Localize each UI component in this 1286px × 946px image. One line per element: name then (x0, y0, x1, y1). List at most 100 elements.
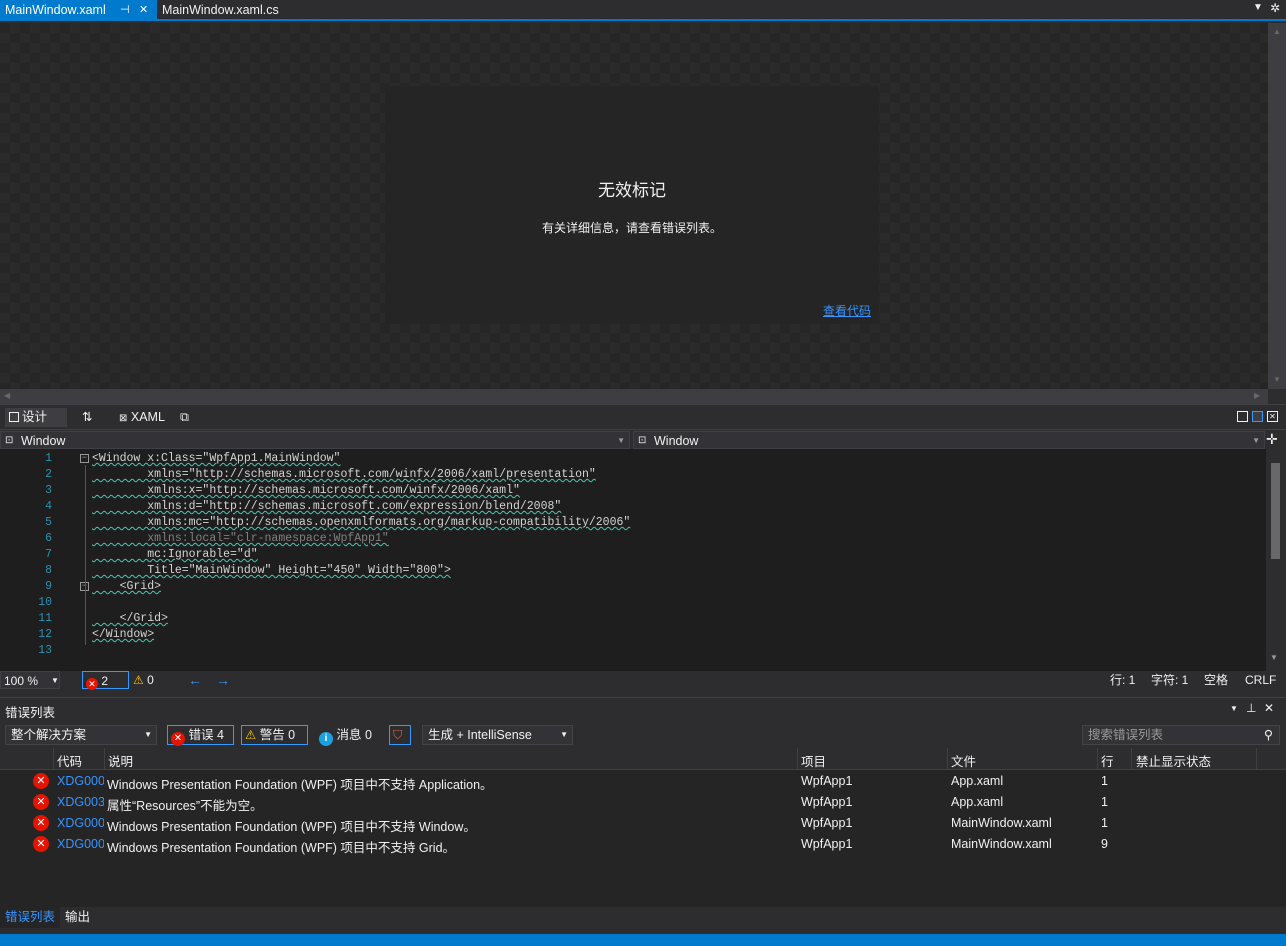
chevron-down-icon[interactable]: ▼ (1230, 704, 1238, 713)
collapse-pane-icon[interactable]: ✕ (1267, 411, 1278, 422)
outline-guide (85, 465, 86, 645)
error-project: WpfApp1 (801, 795, 853, 809)
pin-icon[interactable]: ⊣ (120, 0, 130, 21)
swap-panes-button[interactable]: ⇅ (78, 408, 96, 427)
line-number: 6 (45, 532, 52, 545)
tab-xaml[interactable]: ⊠ XAML (115, 408, 169, 427)
horizontal-split-icon[interactable] (1252, 411, 1263, 422)
element-dropdown-left[interactable]: ⊡ Window ▼ (0, 431, 630, 449)
editor-status-bar: 100 % ▼ ✕ 2 ⚠ 0 ← → 行: 1 字符: 1 空格 CRLF (0, 671, 1286, 690)
column-project[interactable]: 项目 (801, 751, 826, 770)
column-description[interactable]: 说明 (108, 751, 133, 770)
scrollbar-thumb[interactable] (1271, 463, 1280, 559)
error-list-panel: 错误列表 ▼ ⊥ ✕ 整个解决方案 ▼ ✕ 错误 4 ⚠ 警告 0 i 消息 0… (0, 697, 1286, 907)
close-icon[interactable]: ✕ (139, 0, 148, 21)
scroll-down-icon[interactable]: ▼ (1273, 375, 1281, 384)
error-row[interactable]: ✕ XDG000 Windows Presentation Foundation… (0, 771, 1286, 792)
back-arrow-icon[interactable]: ← (188, 671, 202, 689)
element-dropdown-right[interactable]: ⊡ Window ▼ (633, 431, 1265, 449)
column-divider (797, 748, 798, 770)
error-code[interactable]: XDG000 (57, 837, 104, 851)
error-line: 1 (1101, 816, 1108, 830)
warning-count: 0 (147, 673, 154, 687)
error-row[interactable]: ✕ XDG000 Windows Presentation Foundation… (0, 813, 1286, 834)
editor-vertical-scrollbar[interactable]: ▼ (1266, 449, 1286, 671)
element-dropdown-left-value: Window (21, 434, 66, 448)
forward-arrow-icon[interactable]: → (216, 671, 230, 689)
tab-mainwindow-xaml[interactable]: MainWindow.xaml ⊣ ✕ (0, 0, 157, 21)
scroll-right-icon[interactable]: ▶ (1254, 391, 1260, 400)
line-number: 12 (38, 628, 52, 641)
split-editor-icon[interactable]: ✛ (1266, 431, 1278, 448)
line-number: 3 (45, 484, 52, 497)
error-search-input[interactable]: 搜索错误列表 ⚲ (1082, 725, 1280, 745)
warning-count-button[interactable]: ⚠ 0 (133, 671, 154, 689)
close-icon[interactable]: ✕ (1264, 701, 1274, 715)
error-row[interactable]: ✕ XDG003 属性“Resources”不能为空。 WpfApp1 App.… (0, 792, 1286, 813)
messages-filter-button[interactable]: i 消息 0 (315, 725, 381, 746)
popout-icon: ⧉ (180, 410, 189, 424)
zoom-value: 100 % (4, 674, 39, 688)
error-file: MainWindow.xaml (951, 816, 1052, 830)
view-code-link[interactable]: 查看代码 (823, 302, 871, 319)
build-filter-dropdown[interactable]: 生成 + IntelliSense ▼ (422, 725, 573, 745)
scroll-up-icon[interactable]: ▲ (1273, 27, 1281, 36)
error-file: App.xaml (951, 774, 1004, 788)
error-icon: ✕ (33, 836, 49, 852)
collapse-window-icon[interactable]: − (80, 454, 89, 463)
vertical-split-icon[interactable] (1237, 411, 1248, 422)
tab-mainwindow-xaml-cs[interactable]: MainWindow.xaml.cs (157, 0, 317, 21)
error-row[interactable]: ✕ XDG000 Windows Presentation Foundation… (0, 834, 1286, 855)
warnings-filter-button[interactable]: ⚠ 警告 0 (241, 725, 308, 745)
scroll-down-icon[interactable]: ▼ (1270, 653, 1278, 662)
designer-horizontal-scrollbar[interactable]: ◀ ▶ (0, 389, 1268, 404)
error-code[interactable]: XDG000 (57, 816, 104, 830)
column-divider (947, 748, 948, 770)
scope-dropdown[interactable]: 整个解决方案 ▼ (5, 725, 157, 745)
error-icon: ✕ (33, 773, 49, 789)
document-tab-strip: MainWindow.xaml ⊣ ✕ MainWindow.xaml.cs ▼… (0, 0, 1286, 21)
tab-label: MainWindow.xaml.cs (162, 3, 279, 17)
column-code[interactable]: 代码 (57, 751, 82, 770)
code-line: xmlns:local="clr-namespace:WpfApp1" (92, 532, 389, 545)
designer-vertical-scrollbar[interactable]: ▲ ▼ (1268, 23, 1286, 389)
error-line: 1 (1101, 774, 1108, 788)
column-suppression[interactable]: 禁止显示状态 (1136, 751, 1211, 770)
error-project: WpfApp1 (801, 774, 853, 788)
scroll-left-icon[interactable]: ◀ (4, 391, 10, 400)
split-view-bar: 设计 ⇅ ⊠ XAML ⧉ ✕ (0, 404, 1286, 429)
invalid-markup-card: 无效标记 有关详细信息，请查看错误列表。 查看代码 (385, 86, 879, 324)
errors-filter-button[interactable]: ✕ 错误 4 (167, 725, 234, 746)
error-code[interactable]: XDG000 (57, 774, 104, 788)
code-line: </Window> (92, 628, 155, 641)
line-number: 9 (45, 580, 52, 593)
popout-xaml-button[interactable]: ⧉ (176, 408, 193, 427)
search-icon: ⚲ (1263, 728, 1273, 742)
code-line: xmlns="http://schemas.microsoft.com/winf… (92, 468, 596, 481)
line-number: 7 (45, 548, 52, 561)
error-description: Windows Presentation Foundation (WPF) 项目… (107, 841, 456, 855)
column-divider (1131, 748, 1132, 770)
error-code[interactable]: XDG003 (57, 795, 104, 809)
chevron-down-icon: ▼ (617, 436, 625, 445)
design-icon (9, 412, 19, 422)
chevron-down-icon: ▼ (144, 730, 152, 739)
xaml-code-editor[interactable]: 1 2 3 4 5 6 7 8 9 10 11 12 13 − − <Windo… (0, 449, 1266, 671)
tab-output[interactable]: 输出 (60, 907, 95, 928)
code-line: xmlns:x="http://schemas.microsoft.com/wi… (92, 484, 520, 497)
gear-icon[interactable]: ✲ (1270, 1, 1280, 15)
clear-filter-button[interactable]: ⛉ (389, 725, 411, 745)
code-line: mc:Ignorable="d" (92, 548, 258, 561)
element-icon: ⊡ (638, 435, 647, 446)
error-project: WpfApp1 (801, 816, 853, 830)
column-line[interactable]: 行 (1101, 751, 1114, 770)
tab-design[interactable]: 设计 (5, 408, 67, 427)
tab-error-list[interactable]: 错误列表 (0, 907, 61, 928)
zoom-dropdown[interactable]: 100 % ▼ (0, 671, 60, 689)
tab-list-dropdown-icon[interactable]: ▼ (1253, 2, 1263, 13)
error-count-button[interactable]: ✕ 2 (82, 671, 129, 690)
column-file[interactable]: 文件 (951, 751, 976, 770)
column-divider (104, 748, 105, 770)
xaml-icon: ⊠ (119, 413, 128, 424)
pin-icon[interactable]: ⊥ (1246, 701, 1256, 715)
